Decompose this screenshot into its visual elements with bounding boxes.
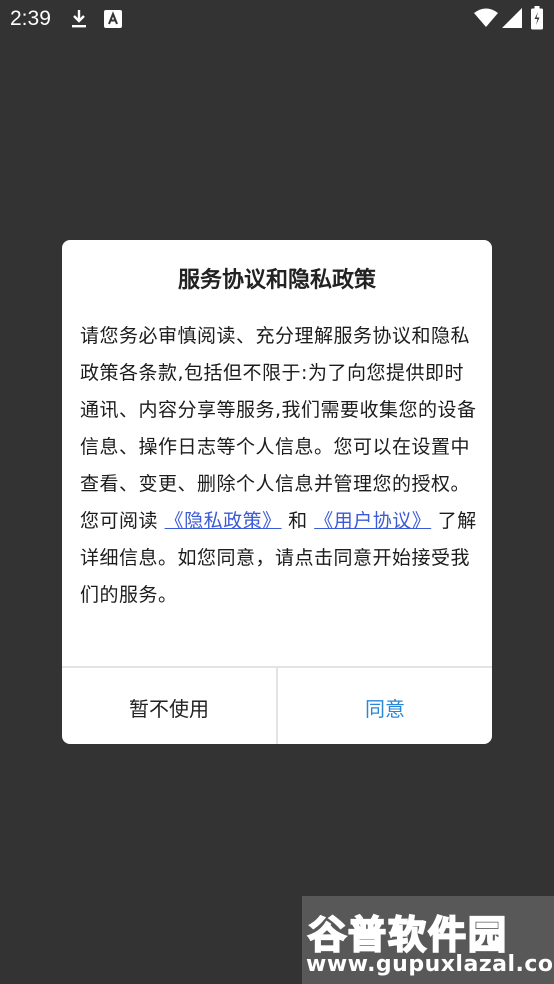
dialog-paragraph-1: 请您务必审慎阅读、充分理解服务协议和隐私政策各条款,包括但不限于:为了向您提供即… <box>80 325 477 495</box>
dialog-paragraph-2: 您可阅读 《隐私政策》 和 《用户协议》 了解详细信息。如您同意，请点击同意开始… <box>80 503 480 614</box>
agree-button[interactable]: 同意 <box>278 668 492 744</box>
status-time: 2:39 <box>10 7 51 30</box>
and-text: 和 <box>288 510 308 532</box>
wifi-icon <box>474 8 498 32</box>
dialog-footer: 暂不使用 同意 <box>62 666 492 744</box>
keyboard-a-icon <box>104 10 122 32</box>
signal-icon <box>502 8 522 32</box>
dialog-body: 请您务必审慎阅读、充分理解服务协议和隐私政策各条款,包括但不限于:为了向您提供即… <box>80 318 480 614</box>
watermark-cn: 谷普软件园 <box>307 912 509 958</box>
dialog-title: 服务协议和隐私政策 <box>177 268 376 293</box>
watermark: 谷普软件园 www.gupuxlazal.com <box>302 896 554 984</box>
watermark-url: www.gupuxlazal.com <box>306 952 554 977</box>
privacy-policy-link[interactable]: 《隐私政策》 <box>165 510 282 532</box>
download-icon <box>70 9 88 33</box>
read-prefix: 您可阅读 <box>80 510 159 532</box>
cancel-button[interactable]: 暂不使用 <box>62 668 278 744</box>
privacy-dialog: 服务协议和隐私政策 请您务必审慎阅读、充分理解服务协议和隐私政策各条款,包括但不… <box>62 240 492 744</box>
status-bar: 2:39 <box>0 0 554 38</box>
battery-icon <box>531 6 543 34</box>
user-agreement-link[interactable]: 《用户协议》 <box>314 510 431 532</box>
